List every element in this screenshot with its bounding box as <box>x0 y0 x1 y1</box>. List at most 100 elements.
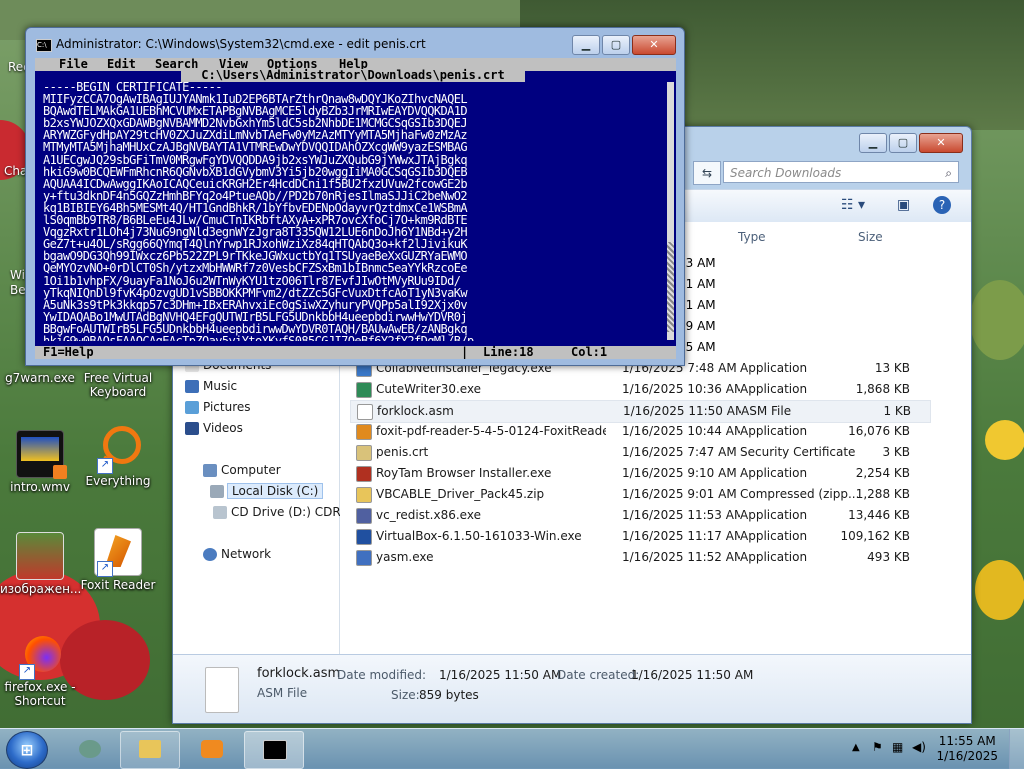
free-virtual-keyboard-label-line1: Free Virtual <box>83 371 153 385</box>
desktop-icon-g7warn[interactable]: g7warn.exe <box>0 371 80 385</box>
desktop-icon-free-virtual-keyboard[interactable]: Free Virtual Keyboard <box>78 371 158 399</box>
certificate-text[interactable]: -----BEGIN CERTIFICATE----- MIIFyzCCA7OgA… <box>43 81 663 341</box>
show-hidden-icons-icon[interactable]: ▲ <box>852 742 860 753</box>
status-col: Col:1 <box>571 345 608 359</box>
g7warn-label: g7warn.exe <box>5 371 75 385</box>
details-modified-value: 1/16/2025 11:50 AM <box>439 668 562 682</box>
close-button[interactable]: ✕ <box>919 133 963 153</box>
file-date: 1/16/2025 10:44 AM <box>622 424 740 438</box>
file-type-icon <box>356 529 372 545</box>
file-date: 1/16/2025 10:36 AM <box>622 382 740 396</box>
status-line: Line:18 <box>483 345 534 359</box>
cmd-window-title: Administrator: C:\Windows\System32\cmd.e… <box>56 37 426 51</box>
file-date: 1/16/2025 9:01 AM <box>622 487 737 501</box>
file-row[interactable]: RoyTam Browser Installer.exe 1/16/2025 9:… <box>350 463 931 484</box>
taskbar-app-media-player[interactable] <box>182 731 242 769</box>
file-name: yasm.exe <box>376 550 434 564</box>
clock-time: 11:55 AM <box>938 734 996 748</box>
maximize-button[interactable]: ▢ <box>889 133 917 153</box>
video-file-icon <box>16 430 67 479</box>
scrollbar-thumb[interactable] <box>667 242 674 332</box>
media-player-icon <box>201 740 223 758</box>
show-desktop-button[interactable] <box>1009 729 1024 769</box>
file-row[interactable]: VirtualBox-6.1.50-161033-Win.exe 1/16/202… <box>350 526 931 547</box>
nav-local-disk-label: Local Disk (C:) <box>232 484 319 498</box>
image-file-icon <box>16 532 64 580</box>
refresh-button[interactable]: ⇆ <box>693 161 721 185</box>
file-type-icon <box>356 508 372 524</box>
vertical-scrollbar[interactable] <box>667 82 674 340</box>
menu-edit[interactable]: Edit <box>107 58 136 71</box>
certificate-line: 1Oi1b1vhpFX/9uayFa1NoJ6u2WTnWyKYU1tzO06T… <box>43 273 461 288</box>
nav-pictures-label: Pictures <box>203 400 251 414</box>
details-size-label: Size: <box>391 688 420 702</box>
file-row[interactable]: CuteWriter30.exe 1/16/2025 10:36 AM Applic… <box>350 379 931 400</box>
file-date: 1/16/2025 11:52 AM <box>622 550 740 564</box>
asm-file-icon <box>205 667 239 713</box>
file-date: 1/16/2025 7:47 AM <box>622 445 737 459</box>
intro-wmv-label: intro.wmv <box>10 480 70 494</box>
cmd-window[interactable]: C:\ Administrator: C:\Windows\System32\c… <box>25 27 685 366</box>
nav-music-label: Music <box>203 379 238 393</box>
taskbar-app-cmd[interactable] <box>244 731 304 769</box>
file-type-icon <box>356 424 372 440</box>
desktop-icon-everything[interactable]: ↗ Everything <box>78 426 158 488</box>
file-size: 16,076 KB <box>848 424 910 438</box>
explorer-window-controls: ▁ ▢ ✕ <box>857 133 963 153</box>
certificate-line: MTMyMTA5MjhaMHUxCzAJBgNVBAYTA1VTMREwDwYD… <box>43 140 468 155</box>
help-icon[interactable]: ? <box>933 196 951 214</box>
file-type-icon <box>356 445 372 461</box>
nav-item-computer[interactable]: Computer <box>203 463 281 477</box>
desktop-partial-label: Cha <box>4 164 28 178</box>
nav-computer-label: Computer <box>221 463 281 477</box>
action-center-flag-icon[interactable]: ⚑ <box>872 740 883 754</box>
certificate-line: A1UECgwJQ29sbGFiTmV0MRgwFgYDVQQDDA9jb2xs… <box>43 152 468 167</box>
menu-file[interactable]: File <box>59 58 88 71</box>
desktop-icon-firefox[interactable]: ↗ firefox.exe - Shortcut <box>0 632 80 708</box>
change-view-icon[interactable]: ☷ ▾ <box>841 197 865 215</box>
preview-pane-icon[interactable]: ▣ <box>897 197 910 215</box>
minimize-button[interactable]: ▁ <box>859 133 887 153</box>
file-name: vc_redist.x86.exe <box>376 508 481 522</box>
search-input[interactable]: Search Downloads ⌕ <box>723 161 959 183</box>
file-row[interactable]: forklock.asm 1/16/2025 11:50 AM ASM File 1 … <box>350 400 931 423</box>
file-row[interactable]: VBCABLE_Driver_Pack45.zip 1/16/2025 9:01 … <box>350 484 931 505</box>
search-icon: ⌕ <box>945 166 952 180</box>
console-icon <box>263 740 287 760</box>
file-size: 2,254 KB <box>855 466 910 480</box>
taskbar-app-dragon[interactable] <box>60 731 120 769</box>
free-virtual-keyboard-label-line2: Keyboard <box>89 385 147 399</box>
console-screen[interactable]: File Edit Search View Options Help C:\Us… <box>35 58 676 359</box>
nav-network-label: Network <box>221 547 272 561</box>
taskbar-app-explorer[interactable] <box>120 731 180 769</box>
file-row[interactable]: yasm.exe 1/16/2025 11:52 AM Application 493… <box>350 547 931 568</box>
details-pane: forklock.asm ASM File Date modified: 1/1… <box>173 654 971 723</box>
nav-item-pictures[interactable]: Pictures <box>185 400 251 414</box>
image-label: изображен... <box>0 582 82 596</box>
column-header-type[interactable]: Type <box>738 230 766 244</box>
nav-item-local-disk[interactable]: Local Disk (C:) <box>210 483 324 499</box>
file-row[interactable]: vc_redist.x86.exe 1/16/2025 11:53 AM Appli… <box>350 505 931 526</box>
status-help: F1=Help <box>43 345 94 359</box>
clock[interactable]: 11:55 AM 1/16/2025 <box>936 734 998 764</box>
file-row[interactable]: penis.crt 1/16/2025 7:47 AM Security Certi… <box>350 442 931 463</box>
file-size: 3 KB <box>882 445 910 459</box>
network-tray-icon[interactable]: ▦ <box>892 740 903 754</box>
volume-icon[interactable]: ◀) <box>912 740 926 754</box>
foxit-reader-icon: ↗ <box>94 528 142 577</box>
file-row[interactable]: foxit-pdf-reader-5-4-5-0124-FoxitReader.… <box>350 421 931 442</box>
nav-item-network[interactable]: Network <box>203 547 272 561</box>
minimize-button[interactable]: ▁ <box>572 35 600 55</box>
nav-item-music[interactable]: Music <box>185 379 238 393</box>
column-header-size[interactable]: Size <box>858 230 883 244</box>
computer-icon <box>203 464 217 477</box>
desktop-icon-image[interactable]: изображен... <box>0 532 82 596</box>
start-button[interactable]: ⊞ <box>6 731 48 769</box>
system-tray: ▲ ⚑ ▦ ◀) 11:55 AM 1/16/2025 <box>834 729 1024 769</box>
nav-item-videos[interactable]: Videos <box>185 421 243 435</box>
close-button[interactable]: ✕ <box>632 35 676 55</box>
maximize-button[interactable]: ▢ <box>602 35 630 55</box>
file-date: 1/16/2025 9:10 AM <box>622 466 737 480</box>
desktop-icon-foxit-reader[interactable]: ↗ Foxit Reader <box>78 528 158 592</box>
desktop-icon-intro-wmv[interactable]: intro.wmv <box>0 430 80 494</box>
